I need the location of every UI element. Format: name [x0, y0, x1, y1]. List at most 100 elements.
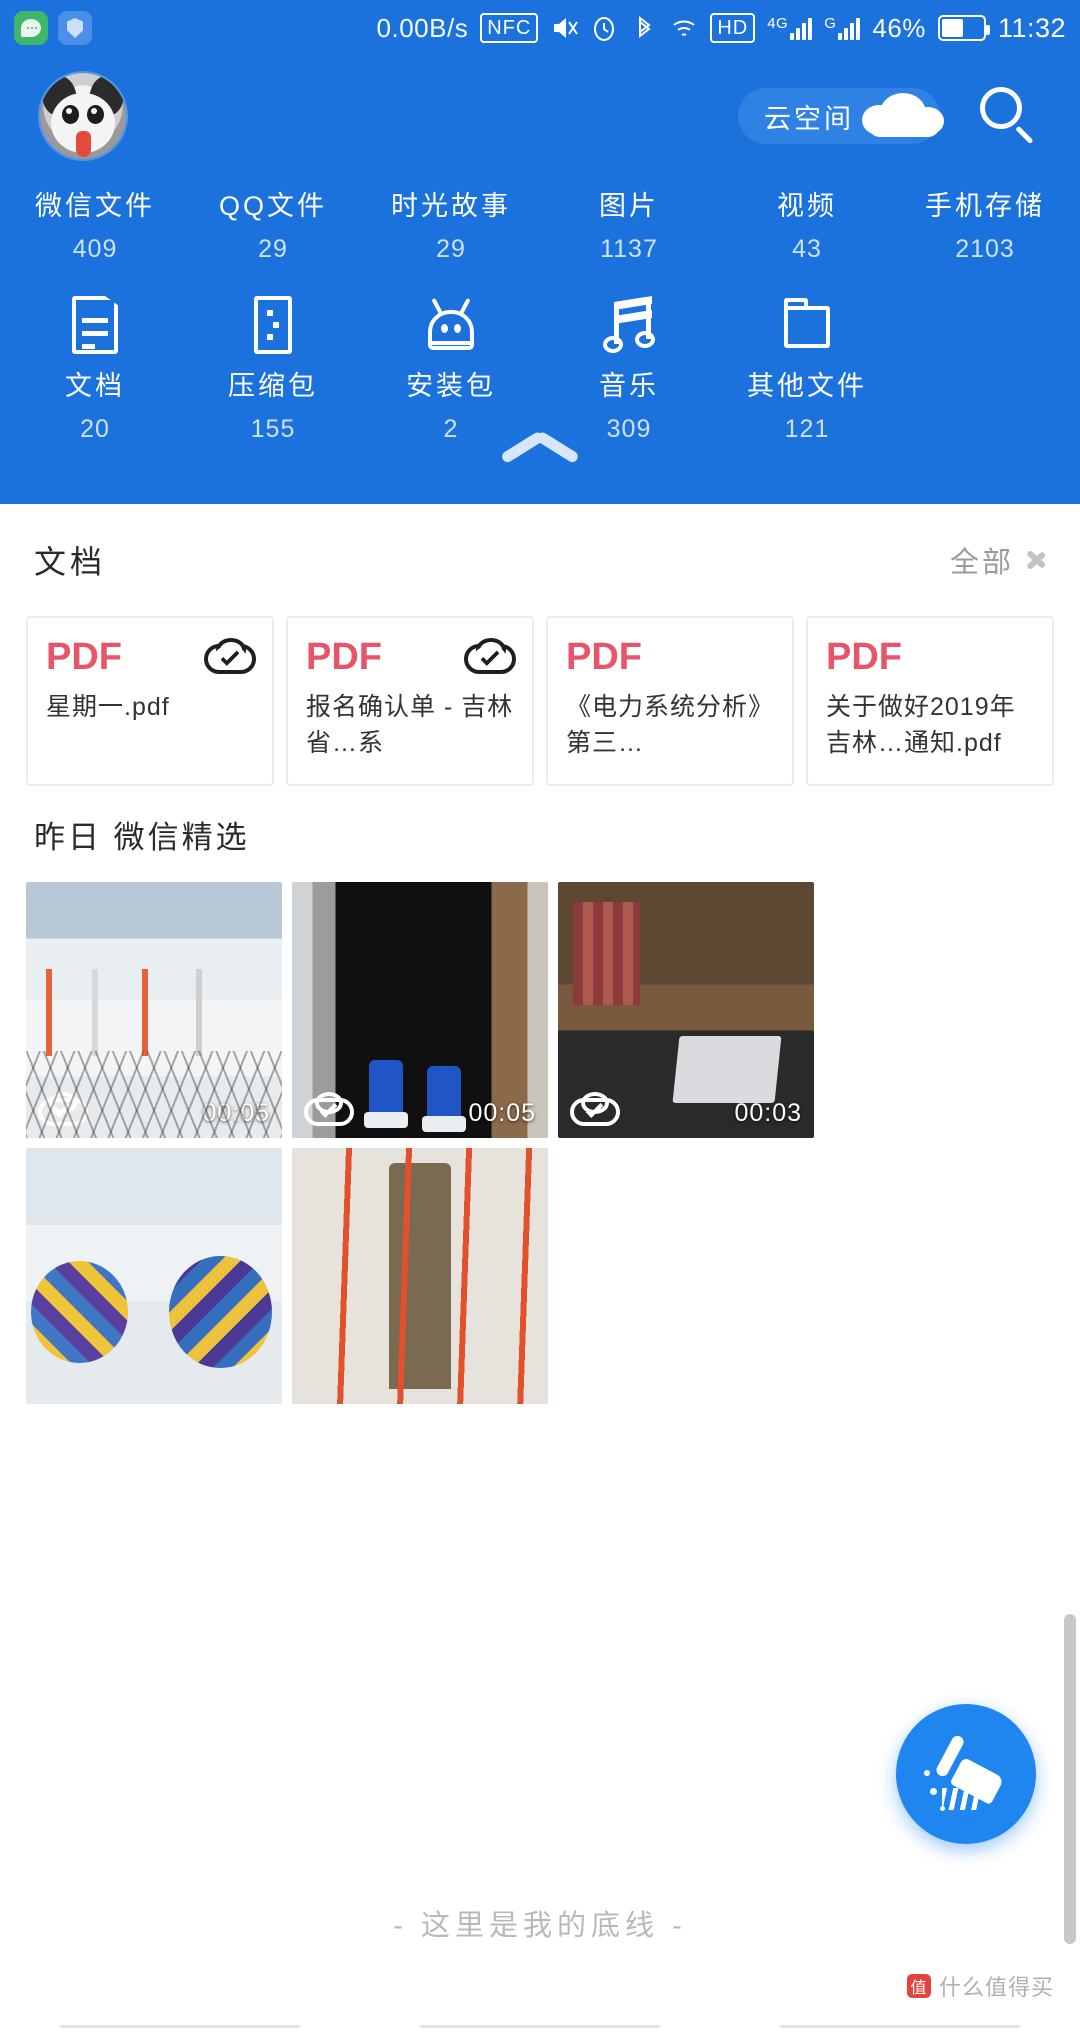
nav-hint-left — [60, 2024, 300, 2028]
document-card[interactable]: PDF 星期一.pdf — [26, 616, 274, 786]
category-count: 20 — [80, 415, 110, 443]
documents-see-all-button[interactable]: 全部 — [949, 539, 1047, 581]
cloud-icon — [862, 91, 946, 141]
video-duration: 00:05 — [202, 1099, 270, 1127]
watermark-badge-icon: 值 — [906, 1974, 931, 1998]
battery-percent-text: 46% — [872, 12, 926, 43]
category-count: 2 — [443, 415, 459, 443]
nfc-icon: NFC — [480, 13, 539, 43]
category-music[interactable]: 音乐 309 — [540, 286, 718, 444]
status-bar: 0.00B/s NFC HD 4G G 46% 11:32 — [0, 0, 1080, 56]
category-label: 图片 — [599, 191, 659, 221]
sim1-signal-icon: 4G — [767, 15, 813, 40]
document-icon — [64, 294, 126, 356]
sim2-signal-icon: G — [824, 15, 861, 40]
zip-icon — [242, 294, 304, 356]
category-label: 其他文件 — [747, 371, 867, 401]
category-label: QQ文件 — [218, 191, 327, 221]
bluetooth-icon — [639, 15, 651, 39]
category-label: 安装包 — [406, 371, 496, 401]
document-card[interactable]: PDF 报名确认单 - 吉林省…系 — [286, 616, 534, 786]
folder-icon — [776, 294, 838, 356]
clock-text: 11:32 — [997, 12, 1066, 43]
video-duration: 00:05 — [468, 1099, 536, 1127]
video-thumbnail[interactable]: 00:03 — [558, 882, 814, 1138]
category-count: 1137 — [600, 235, 658, 263]
chevron-up-icon[interactable] — [500, 430, 580, 482]
category-count: 29 — [436, 235, 466, 263]
battery-icon — [937, 15, 990, 41]
category-wechat-files[interactable]: 微信文件 409 — [6, 184, 184, 264]
document-card[interactable]: PDF 关于做好2019年吉林…通知.pdf — [806, 616, 1054, 786]
category-label: 压缩包 — [228, 371, 318, 401]
category-label: 手机存储 — [925, 191, 1045, 221]
wifi-icon — [673, 20, 695, 36]
file-type-badge: PDF — [566, 636, 642, 678]
documents-card-list[interactable]: PDF 星期一.pdf PDF 报名确认单 - 吉林省…系 PDF 《电力系统分… — [0, 616, 1080, 786]
category-label: 微信文件 — [35, 191, 155, 221]
header-toolbar: 云空间 — [0, 56, 1080, 176]
status-indicators: 0.00B/s NFC HD 4G G 46% 11:32 — [377, 13, 1066, 44]
category-count: 309 — [606, 415, 652, 443]
page-title: 文档 — [34, 544, 107, 580]
search-icon[interactable] — [978, 85, 1040, 147]
cloud-space-button[interactable]: 云空间 — [738, 88, 944, 144]
watermark: 值 什么值得买 — [906, 1970, 1054, 2002]
cloud-synced-icon — [570, 1092, 620, 1128]
clean-broom-button[interactable] — [896, 1704, 1036, 1844]
content-scroll-area[interactable]: 文档 全部 PDF 星期一.pdf PDF 报名确认单 - 吉林省…系 PDF … — [0, 504, 1080, 2040]
music-note-icon — [598, 294, 660, 356]
media-section-title: 昨日 微信精选 — [34, 819, 250, 855]
photo-thumbnail[interactable] — [26, 1148, 282, 1404]
sim2-network-type: G — [824, 15, 837, 32]
category-documents[interactable]: 文档 20 — [6, 286, 184, 444]
system-nav-bar — [0, 2012, 1080, 2040]
category-other-files[interactable]: 其他文件 121 — [718, 286, 896, 444]
documents-section-header: 文档 全部 — [0, 504, 1080, 616]
android-apk-icon — [420, 294, 482, 356]
file-name: 《电力系统分析》第三… — [566, 693, 775, 758]
category-time-stories[interactable]: 时光故事 29 — [362, 184, 540, 264]
hd-icon: HD — [710, 13, 756, 43]
category-phone-storage[interactable]: 手机存储 2103 — [896, 184, 1074, 264]
nav-hint-right — [780, 2024, 1020, 2028]
cloud-synced-icon — [38, 1092, 88, 1128]
alarm-icon — [594, 17, 615, 41]
cloud-synced-icon — [204, 638, 256, 676]
category-row-secondary: 文档 20 压缩包 155 安装包 2 音乐 309 其他文件 121 — [0, 264, 1080, 444]
vertical-scrollbar[interactable] — [1064, 1614, 1076, 1944]
category-label: 文档 — [65, 371, 125, 401]
cloud-synced-icon — [304, 1092, 354, 1128]
video-duration: 00:03 — [734, 1099, 802, 1127]
cloud-space-label: 云空间 — [764, 103, 854, 134]
header-panel: 云空间 微信文件 409 QQ文件 29 时光故事 29 图片 1137 视频 … — [0, 56, 1080, 504]
document-card[interactable]: PDF 《电力系统分析》第三… — [546, 616, 794, 786]
mute-icon — [554, 18, 579, 38]
chat-app-icon — [14, 11, 48, 45]
file-type-badge: PDF — [826, 636, 902, 678]
category-label: 时光故事 — [391, 191, 511, 221]
see-all-label: 全部 — [949, 547, 1014, 579]
category-count: 2103 — [955, 235, 1015, 263]
video-thumbnail[interactable]: 00:05 — [26, 882, 282, 1138]
file-name: 星期一.pdf — [46, 693, 170, 721]
media-thumbnail-grid: 00:05 00:05 00:03 — [0, 882, 1080, 1404]
category-archives[interactable]: 压缩包 155 — [184, 286, 362, 444]
status-app-icons — [14, 11, 92, 45]
category-count: 409 — [72, 235, 118, 263]
photo-thumbnail[interactable] — [292, 1148, 548, 1404]
category-label: 音乐 — [599, 371, 659, 401]
category-label: 视频 — [777, 191, 837, 221]
shield-app-icon — [58, 11, 92, 45]
avatar[interactable] — [40, 73, 126, 159]
category-apk[interactable]: 安装包 2 — [362, 286, 540, 444]
category-videos[interactable]: 视频 43 — [718, 184, 896, 264]
chevron-right-icon — [1025, 544, 1047, 576]
category-pictures[interactable]: 图片 1137 — [540, 184, 718, 264]
sim1-network-type: 4G — [767, 15, 789, 32]
category-count: 121 — [784, 415, 830, 443]
video-thumbnail[interactable]: 00:05 — [292, 882, 548, 1138]
category-qq-files[interactable]: QQ文件 29 — [184, 184, 362, 264]
nav-hint-center — [420, 2024, 660, 2028]
file-name: 报名确认单 - 吉林省…系 — [306, 693, 514, 758]
